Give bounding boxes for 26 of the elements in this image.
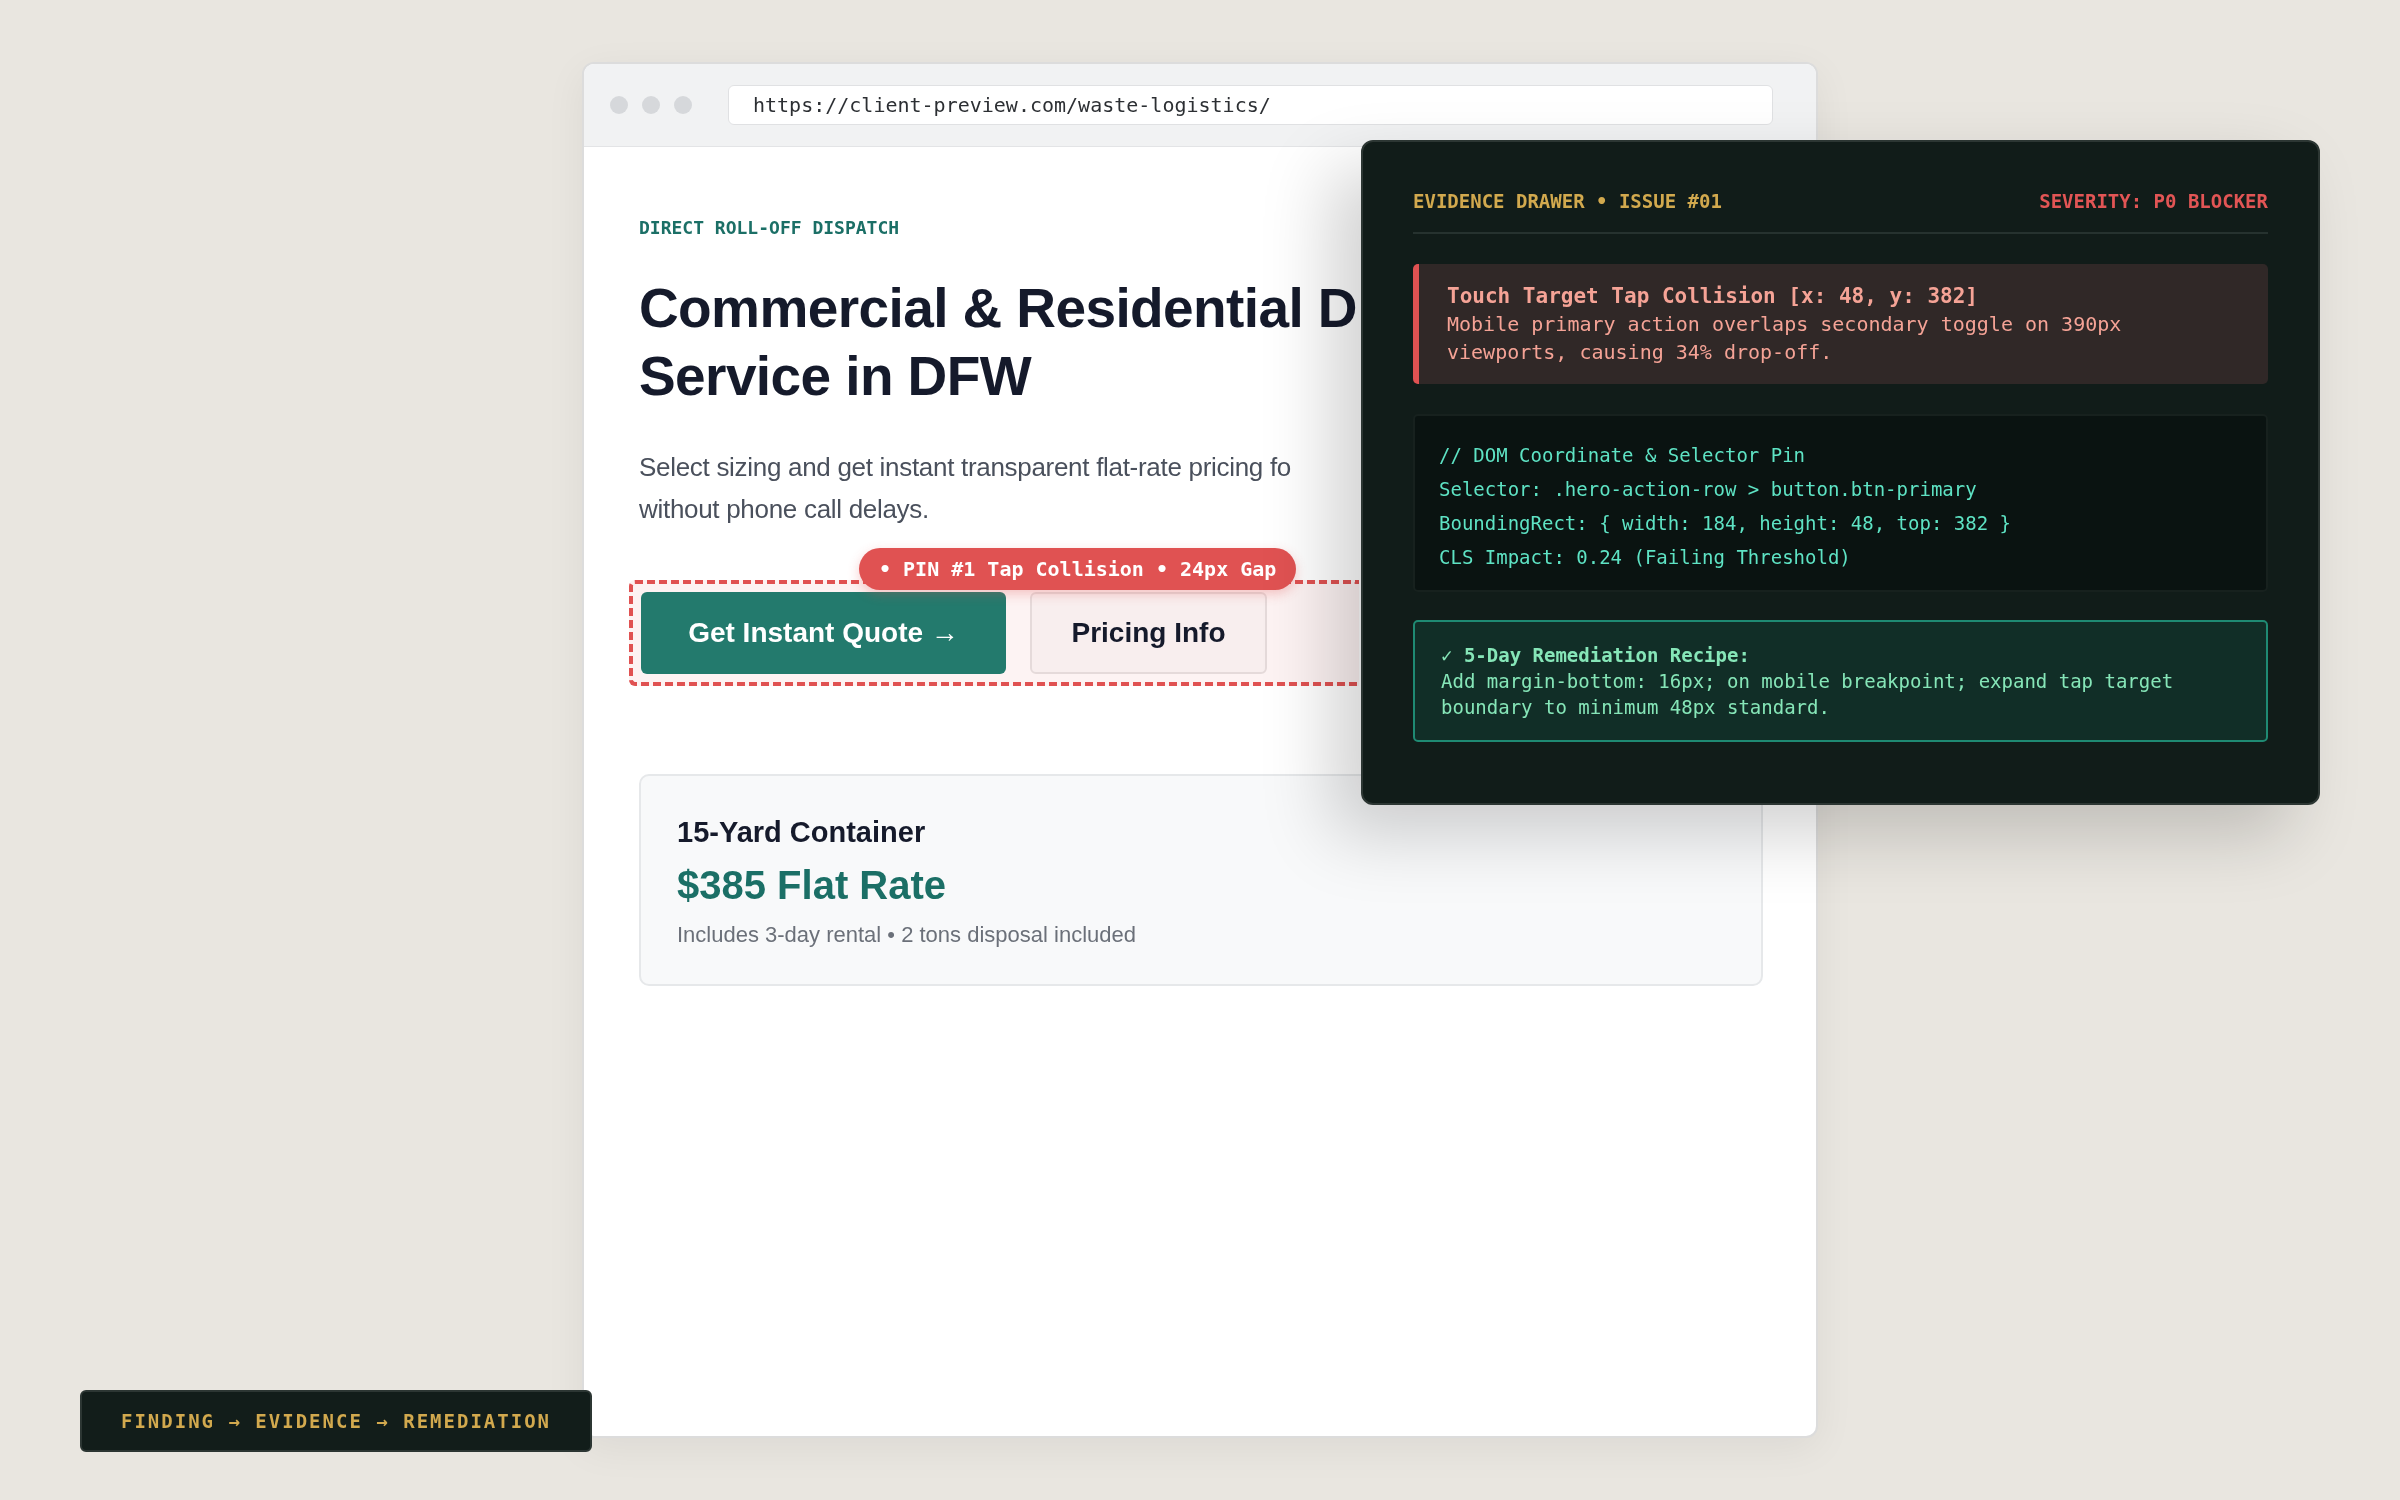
pricing-button[interactable]: Pricing Info bbox=[1030, 592, 1267, 674]
remedy-text: Add margin-bottom: 16px; on mobile breakpoint; expand tap target boundary to minimum 48px standard. bbox=[1441, 669, 2175, 720]
price-text: $385 Flat Rate bbox=[677, 863, 947, 908]
finding-title: Touch Target Tap Collision [x: 48, y: 382] bbox=[1447, 284, 1979, 308]
lead-text: without phone call delays. bbox=[639, 493, 929, 526]
card-title: 15-Yard Container bbox=[677, 816, 926, 849]
window-control-icon[interactable] bbox=[642, 96, 660, 114]
drawer-title: EVIDENCE DRAWER • ISSUE #01 bbox=[1413, 190, 1722, 212]
code-line: Selector: .hero-action-row > button.btn-primary bbox=[1439, 477, 1977, 502]
collision-pin: • PIN #1 Tap Collision • 24px Gap bbox=[859, 548, 1297, 590]
card-note: Includes 3-day rental • 2 tons disposal included bbox=[677, 922, 1136, 948]
code-line: BoundingRect: { width: 184, height: 48, top: 382 } bbox=[1439, 511, 2011, 536]
page-heading: Service in DFW bbox=[639, 344, 1031, 409]
quote-button[interactable]: Get Instant Quote → bbox=[641, 592, 1006, 674]
finding-text: Mobile primary action overlaps secondary toggle on 390px viewports, causing 34% drop-off. bbox=[1447, 311, 2123, 366]
window-control-icon[interactable] bbox=[674, 96, 692, 114]
severity-label: SEVERITY: P0 BLOCKER bbox=[2039, 190, 2268, 212]
flow-badge: FINDING → EVIDENCE → REMEDIATION bbox=[80, 1390, 592, 1452]
address-bar[interactable]: https://client-preview.com/waste-logistics/ bbox=[728, 85, 1773, 125]
eyebrow-label: DIRECT ROLL-OFF DISPATCH bbox=[639, 217, 900, 238]
window-control-icon[interactable] bbox=[610, 96, 628, 114]
code-line: CLS Impact: 0.24 (Failing Threshold) bbox=[1439, 545, 1851, 570]
code-line: // DOM Coordinate & Selector Pin bbox=[1439, 443, 1806, 468]
lead-text: Select sizing and get instant transparent flat-rate pricing fo bbox=[639, 451, 1291, 484]
page-heading: Commercial & Residential D bbox=[639, 276, 1357, 341]
remedy-title: ✓ 5-Day Remediation Recipe: bbox=[1441, 644, 1751, 666]
